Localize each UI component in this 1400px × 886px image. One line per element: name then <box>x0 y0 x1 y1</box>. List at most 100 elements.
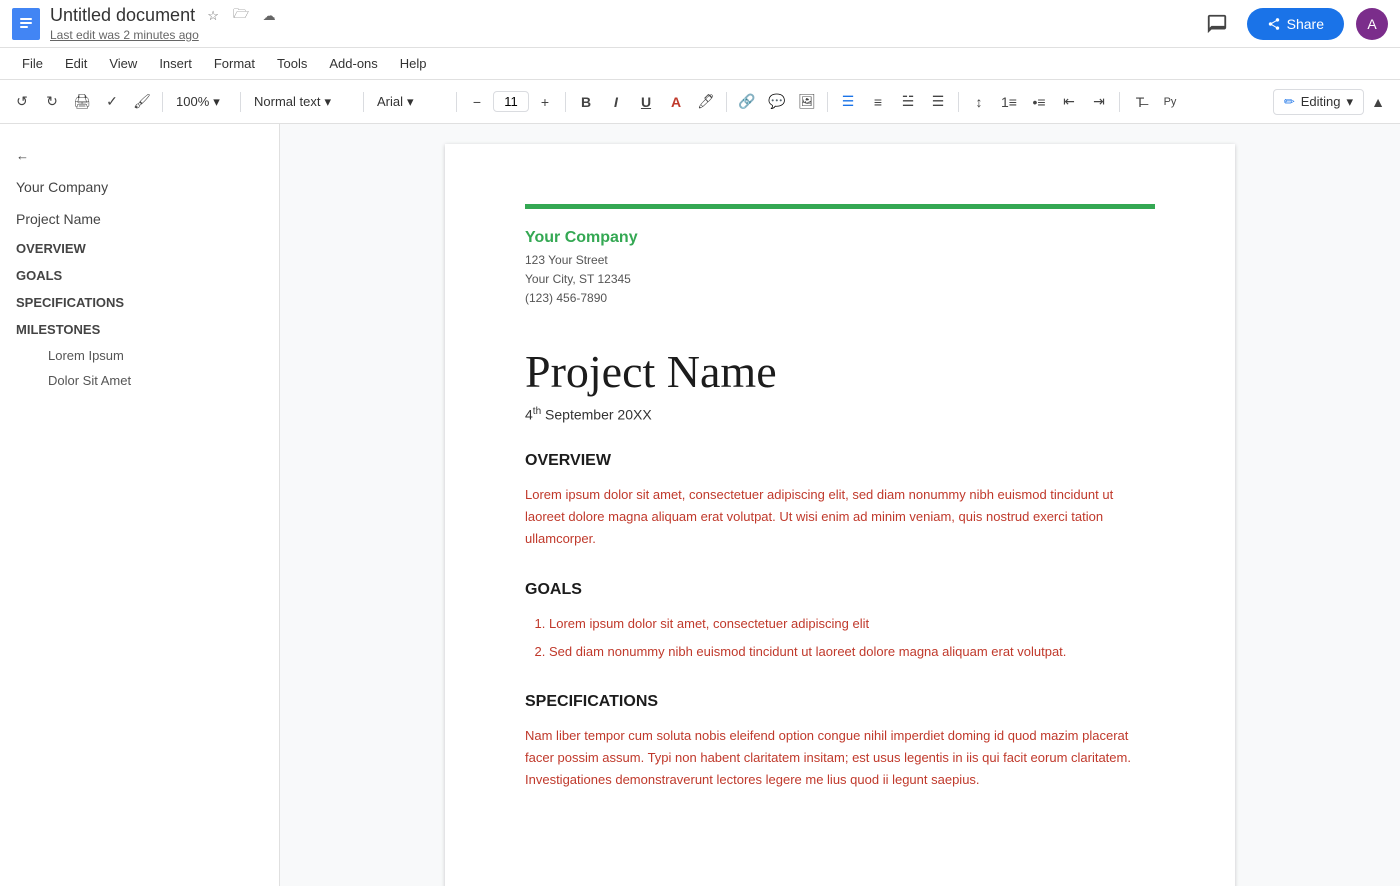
specs-text: Nam liber tempor cum soluta nobis eleife… <box>525 725 1155 791</box>
title-actions: Share A <box>1199 6 1388 42</box>
menu-tools[interactable]: Tools <box>267 52 317 75</box>
link-button[interactable]: 🔗 <box>733 88 761 116</box>
font-value: Arial <box>377 94 403 109</box>
sidebar-item-your-company[interactable]: Your Company <box>0 171 279 203</box>
company-street: 123 Your Street <box>525 251 1155 270</box>
sidebar-item-dolor-sit-amet[interactable]: Dolor Sit Amet <box>0 368 279 393</box>
overview-text: Lorem ipsum dolor sit amet, consectetuer… <box>525 484 1155 550</box>
divider-6 <box>726 92 727 112</box>
company-phone: (123) 456-7890 <box>525 289 1155 308</box>
sidebar-item-lorem-ipsum[interactable]: Lorem Ipsum <box>0 343 279 368</box>
share-label: Share <box>1287 16 1324 32</box>
menu-file[interactable]: File <box>12 52 53 75</box>
bold-button[interactable]: B <box>572 88 600 116</box>
doc-title-row: Untitled document ☆ 🗁 ☁ <box>50 5 1189 26</box>
font-size-increase[interactable]: + <box>531 88 559 116</box>
highlight-button[interactable]: 🖊 <box>692 88 720 116</box>
divider-7 <box>827 92 828 112</box>
editing-label: Editing <box>1301 94 1341 109</box>
comment-button[interactable]: 💬 <box>763 88 791 116</box>
company-city: Your City, ST 12345 <box>525 270 1155 289</box>
undo-button[interactable]: ↺ <box>8 88 36 116</box>
sidebar-back-button[interactable]: ← <box>0 140 279 171</box>
sidebar: ← Your Company Project Name OVERVIEW GOA… <box>0 124 280 886</box>
print-button[interactable]: 🖨 <box>68 88 96 116</box>
zoom-select[interactable]: 100% ▾ <box>169 88 234 116</box>
image-button[interactable]: 🖼 <box>793 88 821 116</box>
project-name-heading: Project Name <box>525 345 1155 398</box>
decrease-indent-button[interactable]: ⇤ <box>1055 88 1083 116</box>
user-avatar[interactable]: A <box>1356 8 1388 40</box>
menu-addons[interactable]: Add-ons <box>319 52 387 75</box>
menu-edit[interactable]: Edit <box>55 52 97 75</box>
company-name: Your Company <box>525 229 1155 247</box>
cloud-icon[interactable]: ☁ <box>259 6 279 26</box>
numbered-list-button[interactable]: 1≡ <box>995 88 1023 116</box>
doc-title[interactable]: Untitled document <box>50 5 195 26</box>
green-decorative-line <box>525 204 1155 209</box>
font-color-button[interactable]: A <box>662 88 690 116</box>
back-arrow-icon: ← <box>16 148 29 163</box>
font-chevron: ▾ <box>407 94 414 110</box>
main-content: ← Your Company Project Name OVERVIEW GOA… <box>0 124 1400 886</box>
divider-4 <box>456 92 457 112</box>
align-center-button[interactable]: ≡ <box>864 88 892 116</box>
document-page: Your Company 123 Your Street Your City, … <box>445 144 1235 886</box>
menu-bar: File Edit View Insert Format Tools Add-o… <box>0 48 1400 80</box>
title-bar: Untitled document ☆ 🗁 ☁ Last edit was 2 … <box>0 0 1400 48</box>
macros-button[interactable]: Py <box>1156 88 1184 116</box>
goals-list: Lorem ipsum dolor sit amet, consectetuer… <box>549 613 1155 663</box>
sidebar-item-goals[interactable]: GOALS <box>0 262 279 289</box>
goals-heading: GOALS <box>525 581 1155 599</box>
share-button[interactable]: Share <box>1247 8 1344 40</box>
toolbar: ↺ ↻ 🖨 ✓ 🖌 100% ▾ Normal text ▾ Arial ▾ −… <box>0 80 1400 124</box>
sidebar-item-specifications[interactable]: SPECIFICATIONS <box>0 289 279 316</box>
divider-1 <box>162 92 163 112</box>
redo-button[interactable]: ↻ <box>38 88 66 116</box>
zoom-value: 100% <box>176 94 209 109</box>
divider-5 <box>565 92 566 112</box>
sidebar-item-overview[interactable]: OVERVIEW <box>0 235 279 262</box>
drive-icon[interactable]: 🗁 <box>231 6 251 26</box>
sidebar-item-project-name[interactable]: Project Name <box>0 203 279 235</box>
project-date-sup: th <box>533 406 541 417</box>
pencil-icon: ✏ <box>1284 94 1295 110</box>
menu-help[interactable]: Help <box>390 52 437 75</box>
last-edit-link[interactable]: Last edit was 2 minutes ago <box>50 28 1189 42</box>
divider-8 <box>958 92 959 112</box>
style-chevron: ▾ <box>324 94 331 110</box>
font-size-input[interactable] <box>493 91 529 112</box>
align-left-button[interactable]: ☰ <box>834 88 862 116</box>
comment-icon[interactable] <box>1199 6 1235 42</box>
project-date: 4th September 20XX <box>525 406 1155 423</box>
overview-heading: OVERVIEW <box>525 452 1155 470</box>
divider-9 <box>1119 92 1120 112</box>
font-select[interactable]: Arial ▾ <box>370 88 450 116</box>
menu-view[interactable]: View <box>99 52 147 75</box>
font-size-decrease[interactable]: − <box>463 88 491 116</box>
editing-chevron: ▾ <box>1346 94 1353 110</box>
docs-icon <box>12 8 40 40</box>
align-right-button[interactable]: ☱ <box>894 88 922 116</box>
clear-format-button[interactable]: T̶ <box>1126 88 1154 116</box>
paint-format-button[interactable]: 🖌 <box>128 88 156 116</box>
underline-button[interactable]: U <box>632 88 660 116</box>
document-area[interactable]: Your Company 123 Your Street Your City, … <box>280 124 1400 886</box>
toolbar-expand-button[interactable]: ▲ <box>1364 88 1392 116</box>
font-size-area: − + <box>463 88 559 116</box>
style-select[interactable]: Normal text ▾ <box>247 88 357 116</box>
bullet-list-button[interactable]: •≡ <box>1025 88 1053 116</box>
divider-3 <box>363 92 364 112</box>
justify-button[interactable]: ☰ <box>924 88 952 116</box>
increase-indent-button[interactable]: ⇥ <box>1085 88 1113 116</box>
style-value: Normal text <box>254 94 320 109</box>
menu-insert[interactable]: Insert <box>149 52 202 75</box>
spellcheck-button[interactable]: ✓ <box>98 88 126 116</box>
line-spacing-button[interactable]: ↕ <box>965 88 993 116</box>
menu-format[interactable]: Format <box>204 52 265 75</box>
star-icon[interactable]: ☆ <box>203 6 223 26</box>
specs-heading: SPECIFICATIONS <box>525 693 1155 711</box>
italic-button[interactable]: I <box>602 88 630 116</box>
editing-button[interactable]: ✏ Editing ▾ <box>1273 89 1364 115</box>
sidebar-item-milestones[interactable]: MILESTONES <box>0 316 279 343</box>
